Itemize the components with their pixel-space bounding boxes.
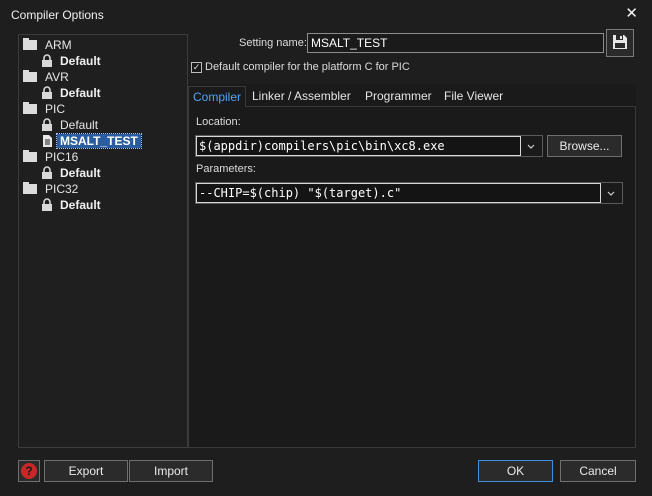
import-button[interactable]: Import [129,460,213,482]
default-compiler-checkbox[interactable]: ✓ [191,61,202,73]
lock-icon [41,118,53,132]
compiler-tab-panel [188,106,636,448]
title-bar: Compiler Options ✕ [0,0,652,30]
tree-item-pic-default[interactable]: Default [41,117,98,133]
window-title: Compiler Options [11,8,104,22]
chevron-down-icon [527,144,535,149]
folder-icon [23,182,37,194]
parameters-combo[interactable]: --CHIP=$(chip) "$(target).c" [195,182,623,204]
tree-group-avr[interactable]: AVR [23,69,69,85]
folder-icon [23,102,37,114]
export-button[interactable]: Export [44,460,128,482]
folder-icon [23,38,37,50]
compiler-tree[interactable]: ARM Default AVR Default PIC Default MSAL… [18,34,188,448]
tree-group-label: PIC32 [45,182,79,196]
tree-item-avr-default[interactable]: Default [41,85,101,101]
tree-group-label: AVR [45,70,69,84]
tab-file-viewer[interactable]: File Viewer [440,86,507,106]
tree-item-label: Default [60,166,101,180]
parameters-label: Parameters: [196,163,256,175]
location-input[interactable]: $(appdir)compilers\pic\bin\xc8.exe [196,136,521,156]
parameters-input[interactable]: --CHIP=$(chip) "$(target).c" [196,183,601,203]
tree-item-label: Default [60,118,99,132]
folder-icon [23,150,37,162]
tab-compiler[interactable]: Compiler [188,86,247,107]
location-label: Location: [196,116,241,128]
tree-group-pic[interactable]: PIC [23,101,65,117]
help-button[interactable]: ? [18,460,40,482]
tree-item-arm-default[interactable]: Default [41,53,101,69]
tree-group-pic16[interactable]: PIC16 [23,149,78,165]
tree-item-label: Default [60,198,101,212]
location-combo[interactable]: $(appdir)compilers\pic\bin\xc8.exe [195,135,543,157]
floppy-disk-icon [611,33,629,54]
tree-item-pic32-default[interactable]: Default [41,197,101,213]
lock-icon [41,166,53,180]
tree-group-label: ARM [45,38,72,52]
tree-item-pic16-default[interactable]: Default [41,165,101,181]
tree-item-label: Default [60,54,101,68]
close-icon[interactable]: ✕ [625,6,638,22]
document-icon [41,134,53,148]
tree-item-pic-msalt-test[interactable]: MSALT_TEST [41,133,142,149]
save-button[interactable] [606,29,634,57]
tree-group-arm[interactable]: ARM [23,37,72,53]
help-icon: ? [21,463,37,479]
default-compiler-checkbox-row[interactable]: ✓ Default compiler for the platform C fo… [191,61,410,73]
tree-group-pic32[interactable]: PIC32 [23,181,78,197]
chevron-down-icon [607,191,615,196]
tab-linker-assembler[interactable]: Linker / Assembler [248,86,355,106]
lock-icon [41,86,53,100]
lock-icon [41,54,53,68]
setting-name-input[interactable]: MSALT_TEST [307,33,604,53]
cancel-button[interactable]: Cancel [560,460,636,482]
location-dropdown-arrow[interactable] [520,136,542,156]
setting-name-label: Setting name: [239,37,307,49]
lock-icon [41,198,53,212]
default-compiler-label: Default compiler for the platform C for … [205,61,410,73]
tree-group-label: PIC [45,102,66,116]
parameters-dropdown-arrow[interactable] [600,183,622,203]
browse-button[interactable]: Browse... [547,135,622,157]
tree-item-label: Default [60,86,101,100]
folder-icon [23,70,37,82]
tree-item-label: MSALT_TEST [56,133,142,149]
ok-button[interactable]: OK [478,460,553,482]
tree-group-label: PIC16 [45,150,79,164]
tab-programmer[interactable]: Programmer [361,86,436,106]
